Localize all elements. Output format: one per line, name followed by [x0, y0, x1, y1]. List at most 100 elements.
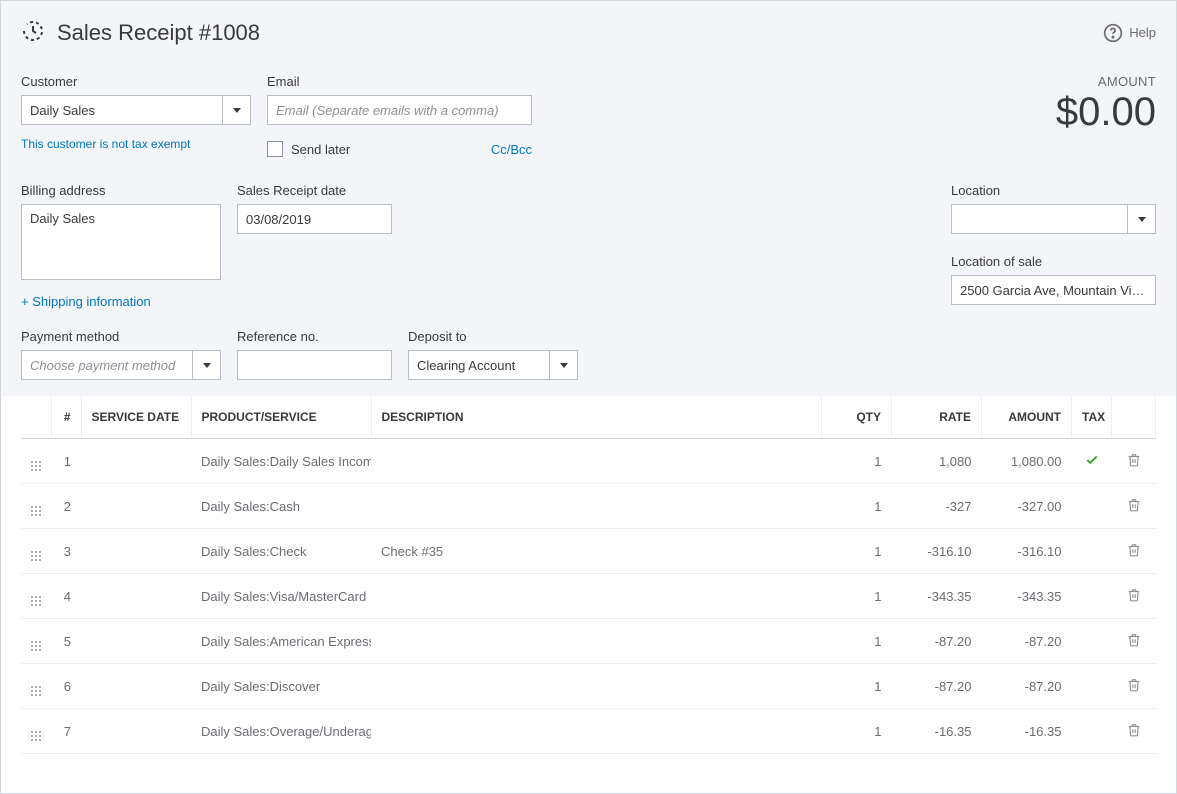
row-amount[interactable]: -16.35: [982, 709, 1072, 754]
location-select[interactable]: [951, 204, 1156, 234]
row-product[interactable]: Daily Sales:Check: [191, 529, 371, 574]
row-product[interactable]: Daily Sales:Daily Sales Income: [191, 439, 371, 484]
row-rate[interactable]: -316.10: [892, 529, 982, 574]
row-service-date[interactable]: [81, 574, 191, 619]
ccbcc-link[interactable]: Cc/Bcc: [491, 142, 532, 157]
drag-handle-icon[interactable]: [31, 461, 41, 471]
row-amount[interactable]: -316.10: [982, 529, 1072, 574]
history-icon[interactable]: [21, 19, 45, 46]
row-description[interactable]: [371, 574, 822, 619]
delete-row-button[interactable]: [1127, 726, 1141, 741]
help-button[interactable]: Help: [1103, 23, 1156, 43]
customer-caret[interactable]: [222, 96, 250, 124]
row-qty[interactable]: 1: [822, 664, 892, 709]
col-service-date[interactable]: SERVICE DATE: [81, 396, 191, 439]
table-row[interactable]: 5Daily Sales:American Express1-87.20-87.…: [21, 619, 1156, 664]
row-tax[interactable]: [1072, 574, 1112, 619]
row-rate[interactable]: -343.35: [892, 574, 982, 619]
row-description[interactable]: [371, 484, 822, 529]
row-qty[interactable]: 1: [822, 529, 892, 574]
drag-handle-icon[interactable]: [31, 506, 41, 516]
payment-method-select[interactable]: Choose payment method: [21, 350, 221, 380]
billing-textarea[interactable]: [21, 204, 221, 280]
email-label: Email: [267, 74, 532, 89]
drag-handle-icon[interactable]: [31, 596, 41, 606]
deposit-to-caret[interactable]: [549, 351, 577, 379]
delete-row-button[interactable]: [1127, 591, 1141, 606]
row-service-date[interactable]: [81, 709, 191, 754]
row-tax[interactable]: [1072, 439, 1112, 484]
table-row[interactable]: 4Daily Sales:Visa/MasterCard1-343.35-343…: [21, 574, 1156, 619]
row-service-date[interactable]: [81, 439, 191, 484]
reference-no-input[interactable]: [237, 350, 392, 380]
drag-handle-icon[interactable]: [31, 686, 41, 696]
delete-row-button[interactable]: [1127, 636, 1141, 651]
col-amount[interactable]: AMOUNT: [982, 396, 1072, 439]
row-description[interactable]: [371, 709, 822, 754]
delete-row-button[interactable]: [1127, 501, 1141, 516]
row-rate[interactable]: -87.20: [892, 664, 982, 709]
drag-handle-icon[interactable]: [31, 551, 41, 561]
delete-row-button[interactable]: [1127, 456, 1141, 471]
col-description[interactable]: DESCRIPTION: [371, 396, 822, 439]
email-input[interactable]: [267, 95, 532, 125]
col-qty[interactable]: QTY: [822, 396, 892, 439]
table-row[interactable]: 2Daily Sales:Cash1-327-327.00: [21, 484, 1156, 529]
row-tax[interactable]: [1072, 484, 1112, 529]
row-tax[interactable]: [1072, 529, 1112, 574]
row-rate[interactable]: 1,080: [892, 439, 982, 484]
delete-row-button[interactable]: [1127, 681, 1141, 696]
location-caret[interactable]: [1127, 205, 1155, 233]
row-service-date[interactable]: [81, 664, 191, 709]
row-tax[interactable]: [1072, 709, 1112, 754]
row-rate[interactable]: -327: [892, 484, 982, 529]
deposit-to-select[interactable]: Clearing Account: [408, 350, 578, 380]
row-service-date[interactable]: [81, 484, 191, 529]
row-product[interactable]: Daily Sales:American Express: [191, 619, 371, 664]
row-qty[interactable]: 1: [822, 709, 892, 754]
row-qty[interactable]: 1: [822, 574, 892, 619]
row-product[interactable]: Daily Sales:Discover: [191, 664, 371, 709]
amount-display: AMOUNT $0.00: [1056, 74, 1156, 133]
row-rate[interactable]: -87.20: [892, 619, 982, 664]
row-description[interactable]: [371, 619, 822, 664]
row-service-date[interactable]: [81, 619, 191, 664]
table-row[interactable]: 3Daily Sales:CheckCheck #351-316.10-316.…: [21, 529, 1156, 574]
row-qty[interactable]: 1: [822, 484, 892, 529]
row-amount[interactable]: -87.20: [982, 619, 1072, 664]
row-description[interactable]: [371, 664, 822, 709]
receipt-date-input[interactable]: [237, 204, 392, 234]
row-amount[interactable]: 1,080.00: [982, 439, 1072, 484]
chevron-down-icon: [233, 108, 241, 113]
payment-method-caret[interactable]: [192, 351, 220, 379]
row-product[interactable]: Daily Sales:Cash: [191, 484, 371, 529]
row-description[interactable]: [371, 439, 822, 484]
customer-select[interactable]: Daily Sales: [21, 95, 251, 125]
col-rate[interactable]: RATE: [892, 396, 982, 439]
row-tax[interactable]: [1072, 619, 1112, 664]
delete-row-button[interactable]: [1127, 546, 1141, 561]
row-amount[interactable]: -343.35: [982, 574, 1072, 619]
row-rate[interactable]: -16.35: [892, 709, 982, 754]
row-product[interactable]: Daily Sales:Overage/Underage: [191, 709, 371, 754]
row-amount[interactable]: -87.20: [982, 664, 1072, 709]
row-qty[interactable]: 1: [822, 439, 892, 484]
col-idx[interactable]: #: [51, 396, 81, 439]
drag-handle-icon[interactable]: [31, 731, 41, 741]
send-later-checkbox[interactable]: Send later: [267, 141, 350, 157]
col-tax[interactable]: TAX: [1072, 396, 1112, 439]
customer-exempt-link[interactable]: This customer is not tax exempt: [21, 137, 251, 151]
col-product[interactable]: PRODUCT/SERVICE: [191, 396, 371, 439]
row-qty[interactable]: 1: [822, 619, 892, 664]
table-row[interactable]: 6Daily Sales:Discover1-87.20-87.20: [21, 664, 1156, 709]
shipping-info-link[interactable]: + Shipping information: [21, 294, 151, 309]
table-row[interactable]: 1Daily Sales:Daily Sales Income11,0801,0…: [21, 439, 1156, 484]
table-row[interactable]: 7Daily Sales:Overage/Underage1-16.35-16.…: [21, 709, 1156, 754]
row-tax[interactable]: [1072, 664, 1112, 709]
row-service-date[interactable]: [81, 529, 191, 574]
location-of-sale-input[interactable]: [951, 275, 1156, 305]
row-product[interactable]: Daily Sales:Visa/MasterCard: [191, 574, 371, 619]
drag-handle-icon[interactable]: [31, 641, 41, 651]
row-amount[interactable]: -327.00: [982, 484, 1072, 529]
row-description[interactable]: Check #35: [371, 529, 822, 574]
